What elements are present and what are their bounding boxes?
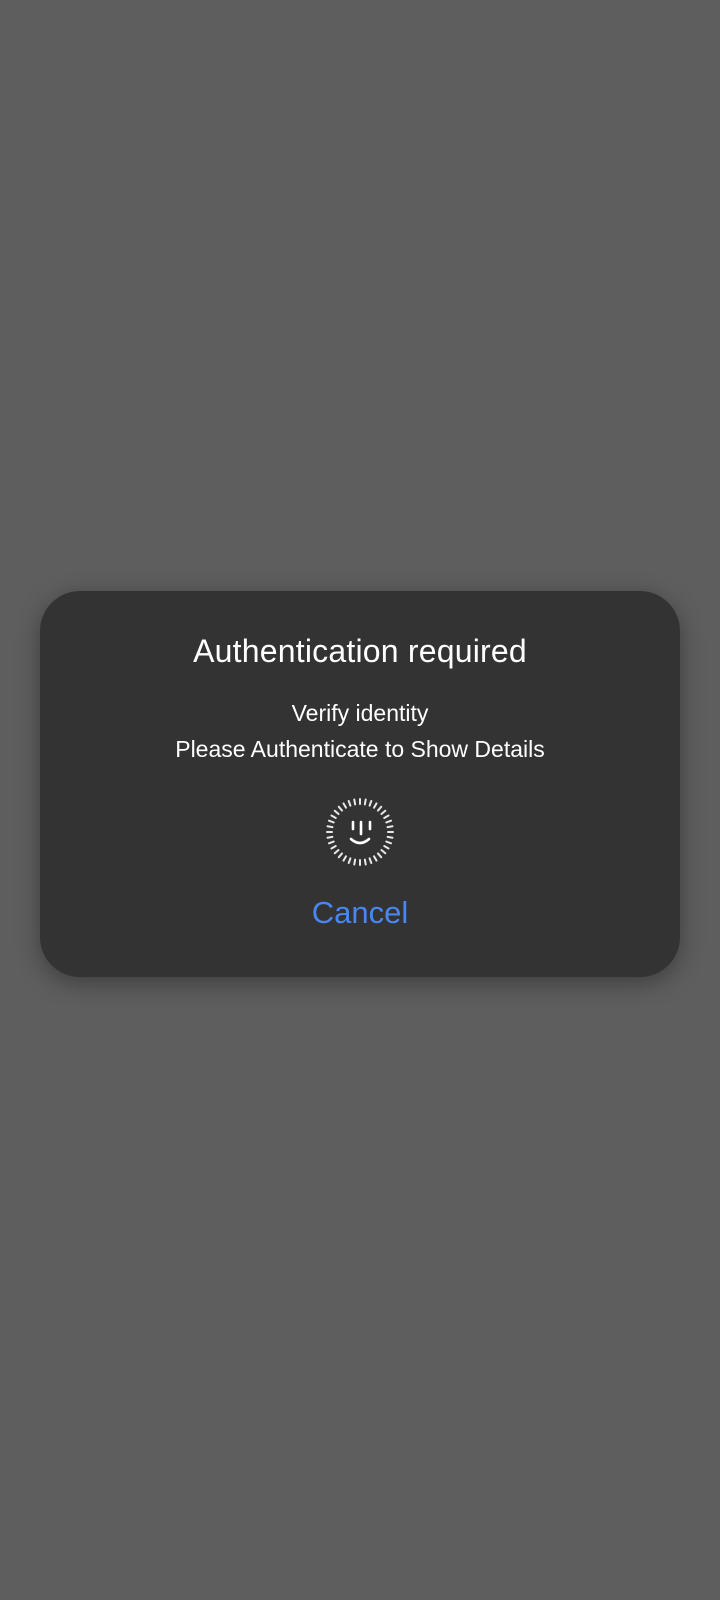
face-ring-tick [373,802,378,809]
face-ring-tick [353,858,357,866]
face-ring-tick [330,814,337,819]
face-ring-tick [377,805,383,812]
face-ring-tick [386,825,394,829]
face-ring-tick [363,858,367,866]
face-ring-tick [337,852,343,859]
face-ring-tick [347,857,352,865]
face-ring-tick [377,852,383,859]
face-ring-tick [326,835,334,839]
biometric-auth-dialog: Authentication required Verify identity … [40,591,680,977]
face-ring-tick [363,798,367,806]
face-ring-tick [330,845,337,850]
face-ring-tick [333,849,340,855]
face-ring-tick [383,845,390,850]
face-ring-tick [326,825,334,829]
face-ring-tick [385,819,393,824]
face-ring-tick [383,814,390,819]
face-ring-tick [342,802,347,809]
face-ring-tick [368,799,373,807]
dialog-title: Authentication required [193,633,527,669]
cancel-button[interactable]: Cancel [270,889,450,937]
face-ring-tick [385,840,393,845]
face-ring-tick [373,855,378,862]
face-ring-tick [337,805,343,812]
face-ring-tick [380,849,387,855]
face-ring-tick [386,835,394,839]
face-ring-tick [333,809,340,815]
face-ring-tick [353,798,357,806]
face-ring-tick [327,819,335,824]
dialog-description: Please Authenticate to Show Details [175,736,545,762]
face-ring-tick [342,855,347,862]
face-ring-tick [347,799,352,807]
face-ring-tick [380,809,387,815]
face-ring-tick [327,840,335,845]
face-unlock-icon [326,798,394,866]
face-ring-tick [368,857,373,865]
dialog-subtitle: Verify identity [291,700,429,726]
